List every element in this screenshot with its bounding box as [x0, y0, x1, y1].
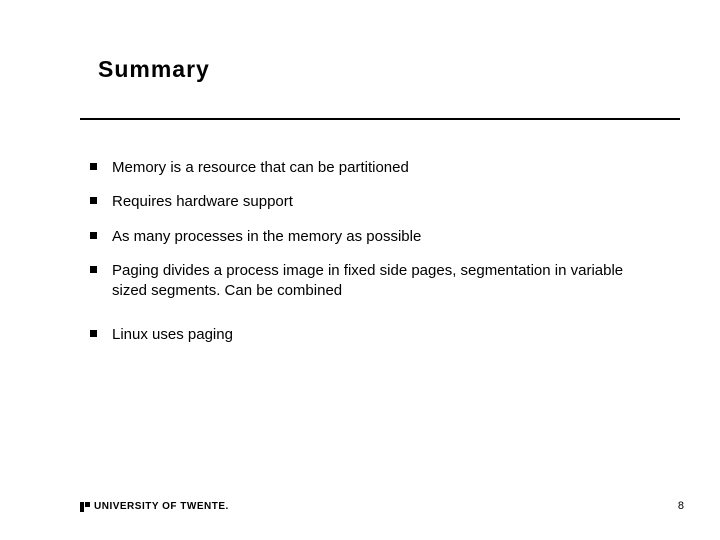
list-item: Memory is a resource that can be partiti… [90, 158, 650, 178]
list-item: As many processes in the memory as possi… [90, 227, 650, 247]
list-item: Linux uses paging [90, 325, 650, 345]
list-item: Paging divides a process image in fixed … [90, 261, 650, 302]
page-number: 8 [678, 500, 684, 512]
slide: Summary Memory is a resource that can be… [0, 0, 720, 540]
bullet-list: Memory is a resource that can be partiti… [90, 158, 650, 346]
slide-title: Summary [98, 56, 210, 83]
footer-text: UNIVERSITY OF TWENTE. [94, 501, 229, 512]
logo-mark-icon [80, 502, 90, 512]
list-item: Requires hardware support [90, 192, 650, 212]
content-area: Memory is a resource that can be partiti… [90, 158, 650, 360]
title-divider [80, 118, 680, 120]
university-logo: UNIVERSITY OF TWENTE. [80, 501, 229, 512]
